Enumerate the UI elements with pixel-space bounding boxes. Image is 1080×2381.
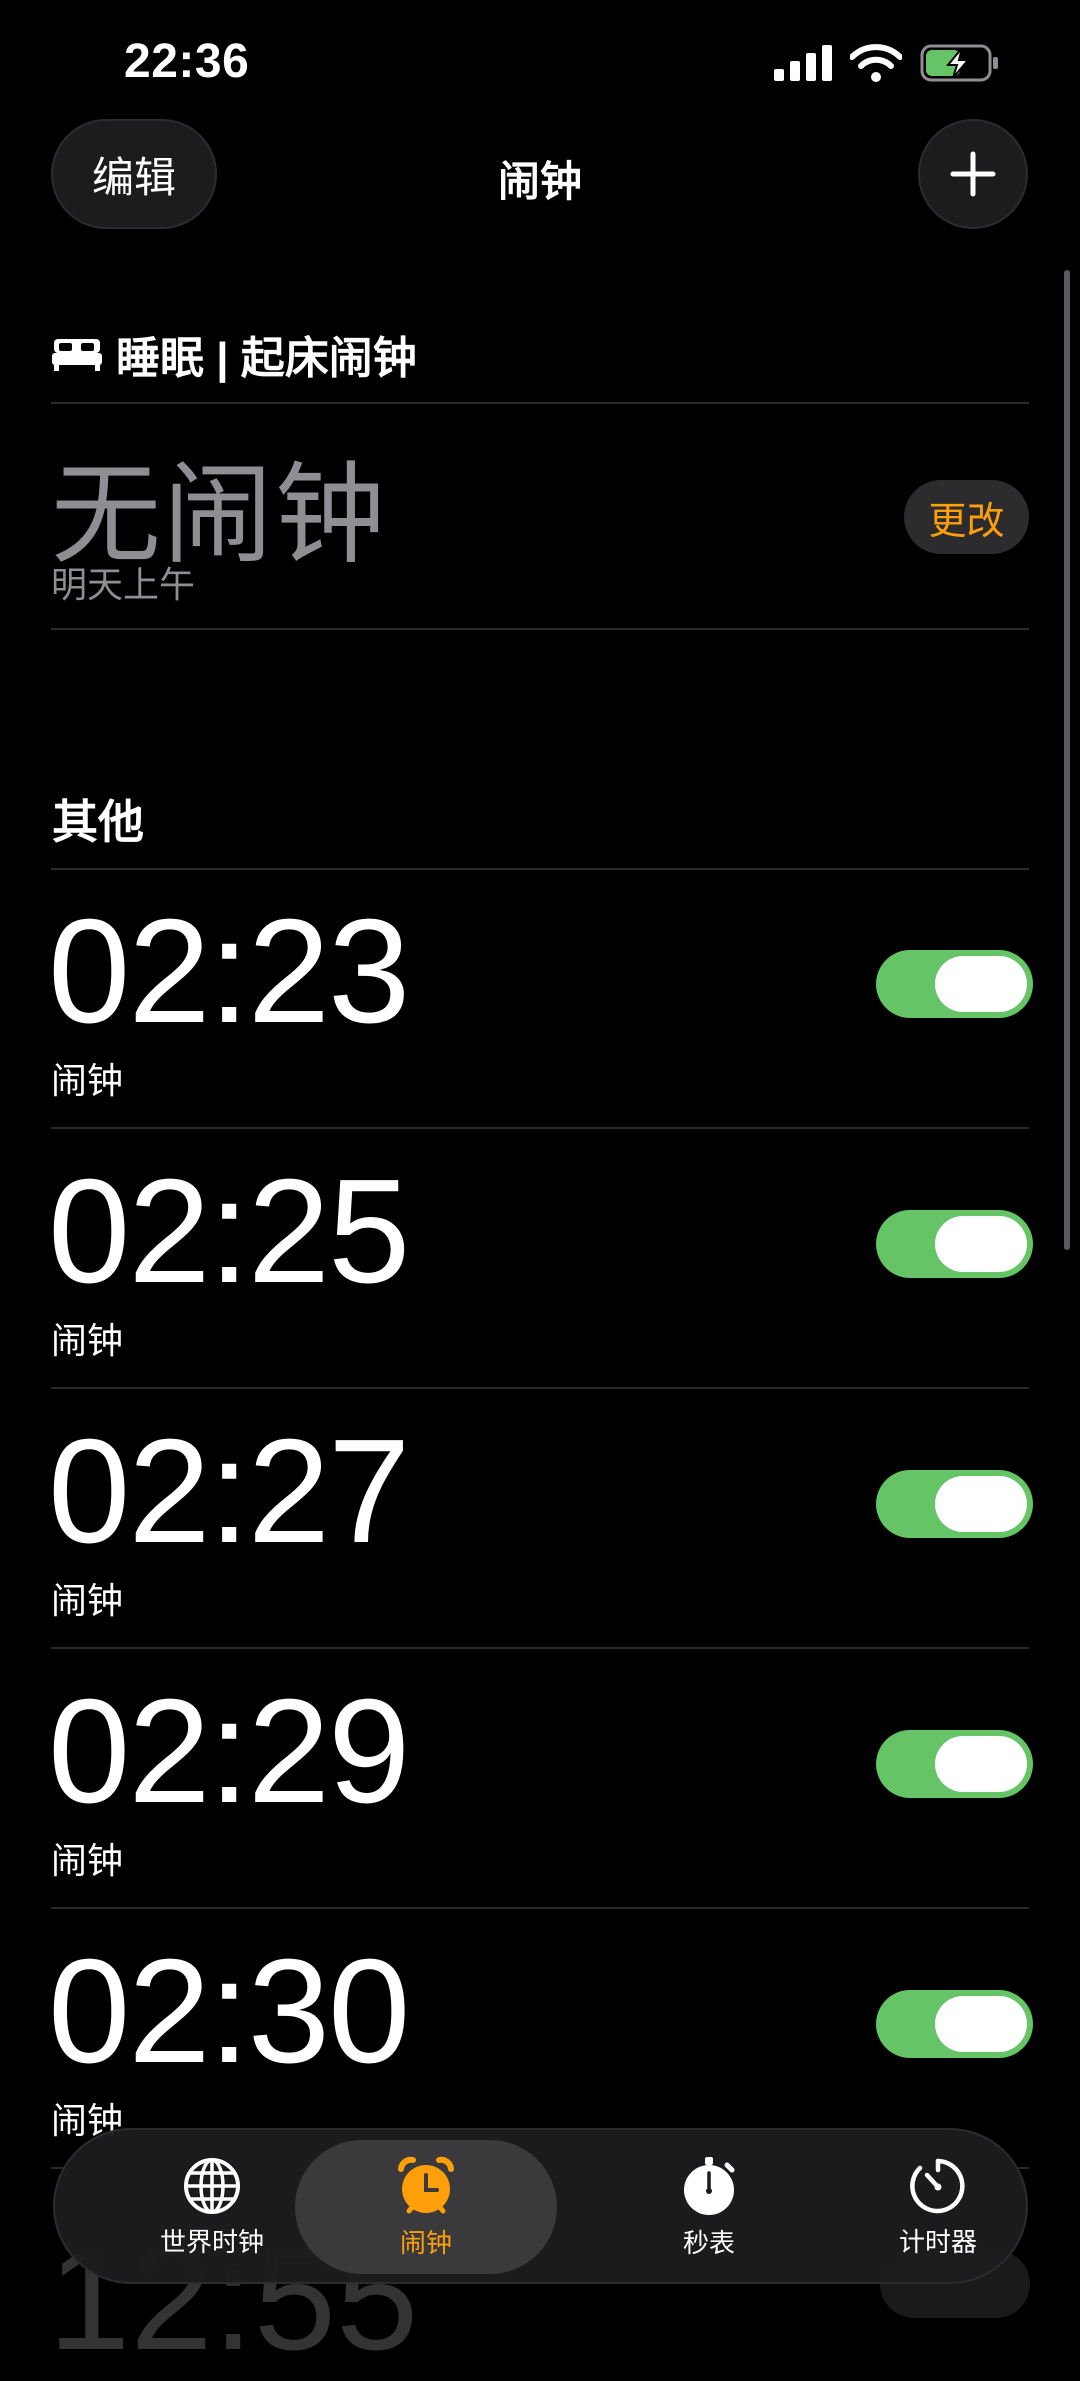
add-alarm-button[interactable] xyxy=(918,119,1028,229)
divider xyxy=(51,402,1029,404)
alarm-toggle[interactable] xyxy=(876,1990,1033,2058)
divider xyxy=(51,1647,1029,1649)
divider xyxy=(51,628,1029,630)
scroll-indicator[interactable] xyxy=(1064,270,1070,1250)
wifi-icon xyxy=(850,44,902,82)
alarm-label: 闹钟 xyxy=(51,1840,124,1881)
alarm-time[interactable]: 02:27 xyxy=(48,1418,410,1566)
toggle-knob xyxy=(935,956,1027,1012)
toggle-knob xyxy=(935,1736,1027,1792)
alarm-label: 闹钟 xyxy=(51,1060,124,1101)
other-section-title: 其他 xyxy=(52,796,144,848)
alarm-toggle[interactable] xyxy=(876,1210,1033,1278)
tab-stopwatch[interactable]: 秒表 xyxy=(594,2140,824,2274)
tab-label: 世界时钟 xyxy=(159,2226,264,2257)
alarm-label: 闹钟 xyxy=(51,1320,124,1361)
divider xyxy=(51,1127,1029,1129)
tab-world-clock[interactable]: 世界时钟 xyxy=(97,2140,327,2274)
alarm-time[interactable]: 02:30 xyxy=(48,1938,410,2086)
divider xyxy=(51,1907,1029,1909)
status-time: 22:36 xyxy=(124,35,250,88)
tab-timer[interactable]: 计时器 xyxy=(823,2140,1053,2274)
divider xyxy=(51,868,1029,870)
toggle-knob xyxy=(935,1476,1027,1532)
sleep-alarm-subtitle: 明天上午 xyxy=(51,564,196,605)
globe-icon xyxy=(184,2157,240,2214)
alarm-toggle[interactable] xyxy=(876,950,1033,1018)
alarm-toggle[interactable] xyxy=(876,1730,1033,1798)
plus-icon xyxy=(950,151,996,197)
tab-alarm[interactable]: 闹钟 xyxy=(295,2140,557,2274)
alarm-time[interactable]: 02:23 xyxy=(48,898,410,1046)
alarm-time[interactable]: 02:25 xyxy=(48,1158,410,1306)
tab-label: 计时器 xyxy=(898,2226,977,2257)
toggle-knob xyxy=(935,1216,1027,1272)
alarm-time[interactable]: 02:29 xyxy=(48,1678,410,1826)
stopwatch-icon xyxy=(684,2156,735,2215)
alarm-toggle[interactable] xyxy=(876,1470,1033,1538)
divider xyxy=(51,1387,1029,1389)
alarm-clock-icon xyxy=(398,2156,454,2213)
cellular-signal-icon xyxy=(774,45,832,81)
tab-label: 秒表 xyxy=(682,2227,735,2258)
change-sleep-button[interactable]: 更改 xyxy=(904,480,1029,554)
sleep-section-title: 睡眠 | 起床闹钟 xyxy=(116,334,417,383)
toggle-knob xyxy=(935,1996,1027,2052)
sleep-section-header: 睡眠 | 起床闹钟 xyxy=(52,322,417,386)
tab-bar: 世界时钟 闹钟 秒表 计时器 xyxy=(53,2128,1028,2284)
bed-icon xyxy=(52,339,102,371)
status-icons xyxy=(774,40,1000,86)
tab-label: 闹钟 xyxy=(399,2227,452,2258)
timer-icon xyxy=(910,2158,965,2213)
battery-charging-icon xyxy=(920,44,998,82)
alarm-label: 闹钟 xyxy=(51,1580,124,1621)
